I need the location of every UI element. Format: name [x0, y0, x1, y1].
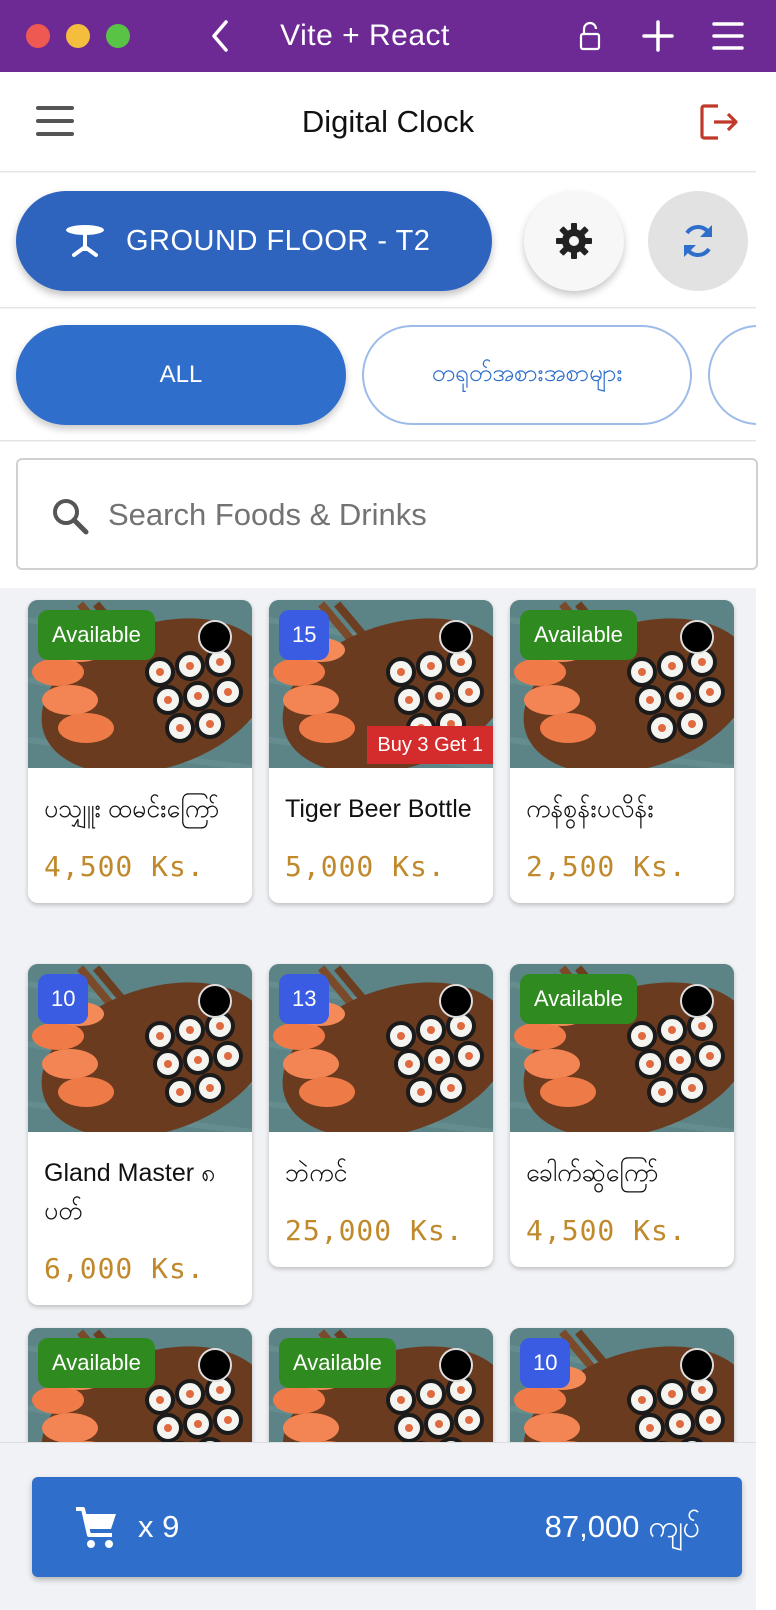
select-radio[interactable] — [680, 620, 714, 654]
stock-badge: 10 — [520, 1338, 571, 1388]
product-image: 10 — [510, 1328, 734, 1442]
product-name: ဘဲကင် — [285, 1159, 348, 1187]
cart-quantity: x 9 — [138, 1509, 180, 1544]
product-card[interactable]: 15 Buy 3 Get 1 Tiger Beer Bottle 5,000 Ks. — [269, 600, 493, 903]
product-card[interactable]: Available — [269, 1328, 493, 1442]
product-price: 2,500 Ks. — [526, 850, 687, 883]
search-input[interactable] — [108, 490, 708, 540]
product-info: ကန်စွန်းပလိန်း 2,500 Ks. — [510, 768, 734, 903]
settings-button[interactable] — [524, 191, 624, 291]
cart-bar: x 9 87,000 ကျပ် — [0, 1442, 756, 1610]
category-tabs: ALL တရုတ်အစားအစာများ — [0, 309, 756, 441]
product-name: ပသျှူး ထမင်းကြော် — [44, 795, 220, 823]
browser-title: Vite + React — [280, 19, 450, 52]
stock-badge: 13 — [279, 974, 330, 1024]
page-title: Digital Clock — [301, 104, 475, 139]
product-card[interactable]: 13 ဘဲကင် 25,000 Ks. — [269, 964, 493, 1267]
window-minimize-button[interactable] — [66, 24, 90, 48]
product-name: ကန်စွန်းပလိန်း — [526, 795, 654, 823]
select-radio[interactable] — [198, 984, 232, 1018]
window-close-button[interactable] — [26, 24, 50, 48]
product-card[interactable]: Available ခေါက်ဆွဲကြော် 4,500 Ks. — [510, 964, 734, 1267]
stock-badge: Available — [38, 610, 155, 660]
product-info: Tiger Beer Bottle 5,000 Ks. — [269, 768, 493, 903]
product-image: 13 — [269, 964, 493, 1132]
plus-icon[interactable] — [638, 16, 678, 56]
floor-toolbar: GROUND FLOOR - T2 — [0, 173, 756, 308]
table-icon — [66, 225, 104, 257]
stock-badge: 10 — [38, 974, 89, 1024]
product-info: ပသျှူး ထမင်းကြော် 4,500 Ks. — [28, 768, 252, 903]
stock-badge: Available — [38, 1338, 155, 1388]
cart-total: 87,000 ကျပ် — [544, 1509, 700, 1544]
select-radio[interactable] — [439, 984, 473, 1018]
select-radio[interactable] — [439, 1348, 473, 1382]
product-card[interactable]: 10 — [510, 1328, 734, 1442]
product-card[interactable]: Available — [28, 1328, 252, 1442]
product-info: Gland Master ၈ ပတ် 6,000 Ks. — [28, 1132, 252, 1305]
search-icon — [53, 499, 89, 535]
select-radio[interactable] — [680, 1348, 714, 1382]
product-image: 10 — [28, 964, 252, 1132]
product-price: 4,500 Ks. — [526, 1214, 687, 1247]
product-name: Gland Master ၈ ပတ် — [44, 1159, 216, 1225]
product-info: ခေါက်ဆွဲကြော် 4,500 Ks. — [510, 1132, 734, 1267]
window-edge — [756, 72, 776, 1610]
promo-badge: Buy 3 Get 1 — [367, 726, 493, 764]
product-image: Available — [28, 1328, 252, 1442]
stock-badge: Available — [279, 1338, 396, 1388]
app-header: Digital Clock — [0, 72, 756, 172]
floor-label: GROUND FLOOR - T2 — [126, 225, 431, 257]
product-price: 4,500 Ks. — [44, 850, 205, 883]
refresh-icon — [684, 225, 712, 257]
select-radio[interactable] — [680, 984, 714, 1018]
product-card[interactable]: Available ပသျှူး ထမင်းကြော် 4,500 Ks. — [28, 600, 252, 903]
category-tab-chinese-food[interactable]: တရုတ်အစားအစာများ — [362, 325, 692, 425]
select-radio[interactable] — [198, 620, 232, 654]
cart-icon — [76, 1507, 116, 1548]
cart-button[interactable]: x 9 87,000 ကျပ် — [32, 1477, 742, 1577]
stock-badge: Available — [520, 610, 637, 660]
product-image: 15 Buy 3 Get 1 — [269, 600, 493, 768]
floor-table-button[interactable]: GROUND FLOOR - T2 — [16, 191, 492, 291]
stock-badge: Available — [520, 974, 637, 1024]
select-radio[interactable] — [439, 620, 473, 654]
refresh-button[interactable] — [648, 191, 748, 291]
product-name: ခေါက်ဆွဲကြော် — [526, 1159, 659, 1187]
gear-icon — [556, 223, 592, 259]
category-tab-more[interactable] — [708, 325, 756, 425]
product-grid: Available ပသျှူး ထမင်းကြော် 4,500 Ks. 15 Buy… — [0, 590, 756, 1442]
menu-icon[interactable] — [708, 18, 748, 54]
hamburger-icon[interactable] — [36, 106, 74, 136]
stock-badge: 15 — [279, 610, 330, 660]
product-image: Available — [28, 600, 252, 768]
product-price: 6,000 Ks. — [44, 1252, 205, 1285]
product-card[interactable]: 10 Gland Master ၈ ပတ် 6,000 Ks. — [28, 964, 252, 1305]
product-card[interactable]: Available ကန်စွန်းပလိန်း 2,500 Ks. — [510, 600, 734, 903]
logout-icon[interactable] — [698, 102, 742, 142]
lock-icon[interactable] — [578, 20, 602, 52]
product-image: Available — [510, 600, 734, 768]
category-tab-all[interactable]: ALL — [16, 325, 346, 425]
product-image: Available — [510, 964, 734, 1132]
back-icon[interactable] — [206, 16, 234, 56]
search-section — [0, 442, 758, 588]
window-maximize-button[interactable] — [106, 24, 130, 48]
product-price: 25,000 Ks. — [285, 1214, 464, 1247]
search-box[interactable] — [16, 458, 758, 570]
product-price: 5,000 Ks. — [285, 850, 446, 883]
browser-titlebar: Vite + React — [0, 0, 776, 72]
product-name: Tiger Beer Bottle — [285, 795, 472, 823]
product-image: Available — [269, 1328, 493, 1442]
product-info: ဘဲကင် 25,000 Ks. — [269, 1132, 493, 1267]
select-radio[interactable] — [198, 1348, 232, 1382]
